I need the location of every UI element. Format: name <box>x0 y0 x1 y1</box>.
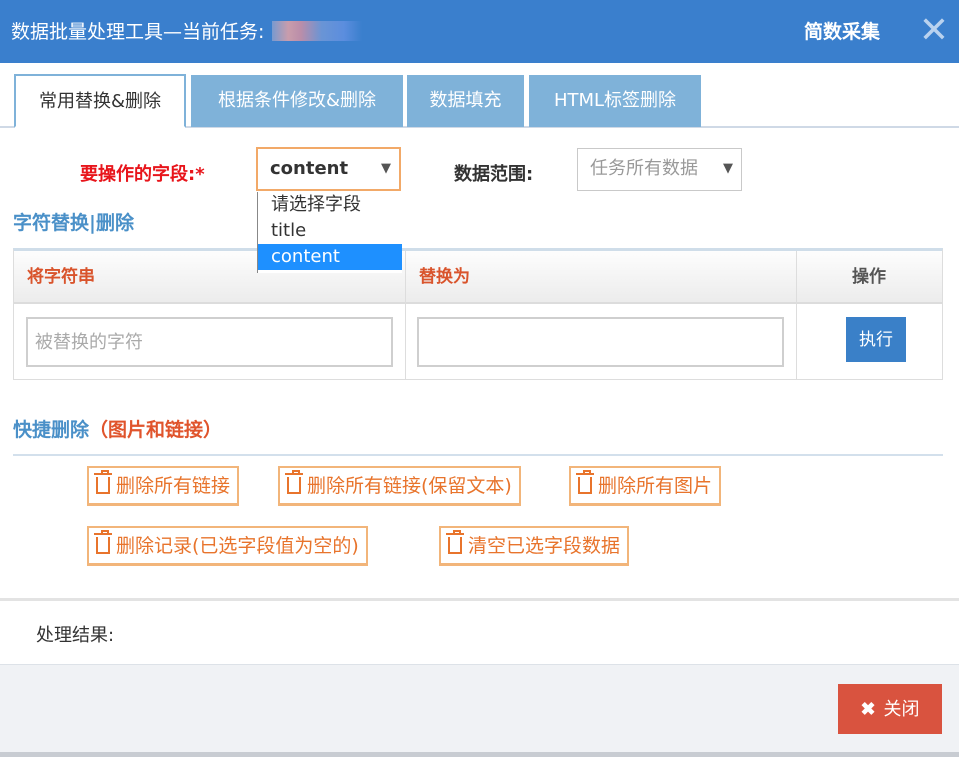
range-select-value: 任务所有数据 <box>590 158 698 179</box>
clear-field-data-button[interactable]: 清空已选字段数据 <box>439 526 630 566</box>
trash-icon <box>576 470 594 494</box>
quick-button-label: 删除所有链接 <box>116 475 231 497</box>
replace-section-title: 字符替换|删除 <box>13 212 134 234</box>
tab-bar: 常用替换&删除 根据条件修改&删除 数据填充 HTML标签删除 <box>0 63 959 128</box>
result-label: 处理结果: <box>36 625 115 646</box>
brand-name: 简数采集 <box>804 21 881 43</box>
quick-button-label: 删除所有图片 <box>598 475 713 497</box>
tab-conditional-modify[interactable]: 根据条件修改&删除 <box>191 75 403 127</box>
section-divider <box>13 454 943 456</box>
caret-down-icon: ▼ <box>723 161 733 176</box>
caret-down-icon: ▼ <box>381 161 391 176</box>
dialog-title: 数据批量处理工具—当前任务: <box>11 19 363 45</box>
delete-links-keep-text-button[interactable]: 删除所有链接(保留文本) <box>278 466 521 506</box>
quick-delete-title-paren: （图片和链接） <box>89 419 223 441</box>
trash-icon <box>285 470 303 494</box>
dialog-footer <box>0 664 959 757</box>
quick-button-label: 删除记录(已选字段值为空的) <box>116 535 359 557</box>
close-icon: ✖ <box>860 699 876 719</box>
replace-to-input[interactable] <box>417 317 784 367</box>
close-button-label: 关闭 <box>883 699 920 719</box>
col-header-from: 将字符串 <box>27 267 95 287</box>
background-page-strip <box>0 752 959 757</box>
tab-data-fill[interactable]: 数据填充 <box>407 75 524 127</box>
redacted-task-name <box>272 21 363 41</box>
replace-table: 将字符串 替换为 操作 执行 <box>13 248 943 380</box>
col-header-to: 替换为 <box>419 267 470 287</box>
close-button[interactable]: ✖ 关闭 <box>838 684 942 734</box>
field-label: 要操作的字段:* <box>80 164 205 185</box>
close-icon[interactable]: ✕ <box>918 13 950 49</box>
field-select[interactable]: content ▼ <box>256 147 401 191</box>
result-divider <box>0 598 959 601</box>
quick-delete-title: 快捷删除（图片和链接） <box>13 415 222 442</box>
delete-all-links-button[interactable]: 删除所有链接 <box>87 466 240 506</box>
execute-button[interactable]: 执行 <box>846 317 906 362</box>
quick-button-label: 删除所有链接(保留文本) <box>307 475 512 497</box>
dropdown-option[interactable]: title <box>258 218 402 244</box>
quick-button-label: 清空已选字段数据 <box>468 535 621 557</box>
dropdown-option[interactable]: 请选择字段 <box>258 192 402 218</box>
dialog-titlebar: 数据批量处理工具—当前任务: 简数采集 ✕ <box>0 0 959 63</box>
column-divider <box>405 251 406 380</box>
replace-table-header: 将字符串 替换为 操作 <box>14 251 942 304</box>
quick-delete-title-main: 快捷删除 <box>13 419 90 441</box>
batch-processing-dialog: 数据批量处理工具—当前任务: 简数采集 ✕ 常用替换&删除 根据条件修改&删除 … <box>0 0 959 757</box>
replace-from-input[interactable] <box>26 317 393 367</box>
range-label: 数据范围: <box>454 164 534 185</box>
column-divider <box>796 251 797 380</box>
dropdown-option-selected[interactable]: content <box>258 244 402 270</box>
tab-common-replace[interactable]: 常用替换&删除 <box>14 74 186 128</box>
tab-html-tag-delete[interactable]: HTML标签删除 <box>529 75 701 127</box>
delete-empty-records-button[interactable]: 删除记录(已选字段值为空的) <box>87 526 368 566</box>
field-select-dropdown: 请选择字段 title content <box>257 192 402 273</box>
col-header-action: 操作 <box>852 267 886 287</box>
range-select[interactable]: 任务所有数据 ▼ <box>577 148 742 191</box>
dialog-title-text: 数据批量处理工具—当前任务: <box>11 21 265 43</box>
trash-icon <box>94 470 112 494</box>
delete-all-images-button[interactable]: 删除所有图片 <box>569 466 722 506</box>
field-select-value: content <box>270 158 349 179</box>
trash-icon <box>446 530 464 554</box>
trash-icon <box>94 530 112 554</box>
